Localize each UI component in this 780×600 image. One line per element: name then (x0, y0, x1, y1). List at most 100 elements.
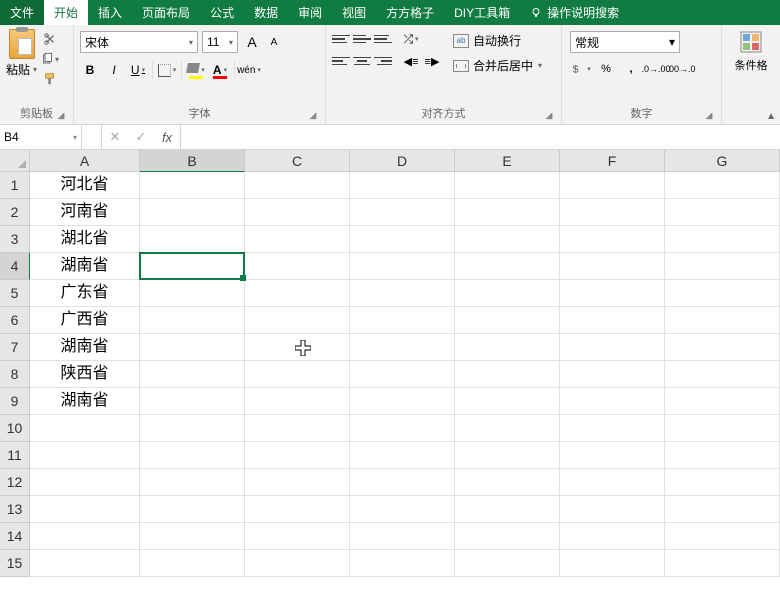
cell-B6[interactable] (140, 307, 245, 334)
cell-B4[interactable] (140, 253, 245, 280)
cell-B14[interactable] (140, 523, 245, 550)
cell-F4[interactable] (560, 253, 665, 280)
cell-E12[interactable] (455, 469, 560, 496)
cell-G12[interactable] (665, 469, 780, 496)
cell-B8[interactable] (140, 361, 245, 388)
cell-A3[interactable]: 湖北省 (30, 226, 140, 253)
number-format-combo[interactable]: 常规▾ (570, 31, 680, 53)
phonetic-button[interactable]: wén (239, 59, 259, 81)
cell-C4[interactable] (245, 253, 350, 280)
cell-F10[interactable] (560, 415, 665, 442)
align-right-button[interactable] (374, 53, 392, 69)
accounting-format-button[interactable]: $ (570, 59, 592, 79)
collapse-ribbon-button[interactable]: ▲ (766, 111, 776, 122)
row-header-2[interactable]: 2 (0, 199, 30, 226)
row-header-15[interactable]: 15 (0, 550, 30, 577)
cell-E10[interactable] (455, 415, 560, 442)
copy-button[interactable]: ▾ (41, 51, 59, 67)
cell-F1[interactable] (560, 172, 665, 199)
tab-review[interactable]: 审阅 (288, 0, 332, 25)
cell-B12[interactable] (140, 469, 245, 496)
cell-G4[interactable] (665, 253, 780, 280)
cell-A9[interactable]: 湖南省 (30, 388, 140, 415)
cell-D13[interactable] (350, 496, 455, 523)
cell-E9[interactable] (455, 388, 560, 415)
cell-C14[interactable] (245, 523, 350, 550)
cell-C11[interactable] (245, 442, 350, 469)
cell-A5[interactable]: 广东省 (30, 280, 140, 307)
cell-E14[interactable] (455, 523, 560, 550)
cell-C6[interactable] (245, 307, 350, 334)
cell-E2[interactable] (455, 199, 560, 226)
column-header-G[interactable]: G (665, 150, 780, 172)
cell-A6[interactable]: 广西省 (30, 307, 140, 334)
percent-button[interactable]: % (595, 59, 617, 79)
number-launcher[interactable]: ◢ (703, 110, 715, 122)
underline-button[interactable]: U (128, 59, 148, 81)
insert-function-button[interactable]: fx (154, 125, 180, 149)
cell-D10[interactable] (350, 415, 455, 442)
cell-B7[interactable] (140, 334, 245, 361)
border-button[interactable] (157, 59, 177, 81)
row-header-1[interactable]: 1 (0, 172, 30, 199)
cells-area[interactable]: 河北省河南省湖北省湖南省广东省广西省湖南省陕西省湖南省 (30, 172, 780, 577)
font-name-combo[interactable]: 宋体▾ (80, 31, 198, 53)
align-launcher[interactable]: ◢ (543, 110, 555, 122)
merge-center-button[interactable]: 合并后居中▾ (451, 56, 544, 75)
grow-font-button[interactable]: A (242, 31, 262, 53)
cell-B2[interactable] (140, 199, 245, 226)
cell-E11[interactable] (455, 442, 560, 469)
italic-button[interactable]: I (104, 59, 124, 81)
cell-B1[interactable] (140, 172, 245, 199)
increase-indent-button[interactable]: ≡▶ (423, 53, 441, 69)
cell-C3[interactable] (245, 226, 350, 253)
cell-F13[interactable] (560, 496, 665, 523)
cell-C12[interactable] (245, 469, 350, 496)
cell-G8[interactable] (665, 361, 780, 388)
cell-F15[interactable] (560, 550, 665, 577)
format-painter-button[interactable] (41, 71, 59, 87)
row-header-3[interactable]: 3 (0, 226, 30, 253)
cancel-formula-button[interactable]: ✕ (102, 125, 128, 149)
cell-B5[interactable] (140, 280, 245, 307)
cell-F2[interactable] (560, 199, 665, 226)
cut-button[interactable] (41, 31, 59, 47)
row-header-10[interactable]: 10 (0, 415, 30, 442)
cell-G14[interactable] (665, 523, 780, 550)
align-bottom-button[interactable] (374, 31, 392, 47)
font-color-button[interactable]: A (210, 59, 230, 81)
column-header-D[interactable]: D (350, 150, 455, 172)
clipboard-launcher[interactable]: ◢ (55, 110, 67, 122)
cell-G13[interactable] (665, 496, 780, 523)
column-header-F[interactable]: F (560, 150, 665, 172)
row-header-13[interactable]: 13 (0, 496, 30, 523)
enter-formula-button[interactable]: ✓ (128, 125, 154, 149)
cell-G15[interactable] (665, 550, 780, 577)
cell-B13[interactable] (140, 496, 245, 523)
cell-A4[interactable]: 湖南省 (30, 253, 140, 280)
cell-D7[interactable] (350, 334, 455, 361)
cell-G11[interactable] (665, 442, 780, 469)
orientation-button[interactable]: ⤮ (402, 31, 420, 47)
decrease-indent-button[interactable]: ◀≡ (402, 53, 420, 69)
tab-diy[interactable]: DIY工具箱 (444, 0, 520, 25)
cell-E8[interactable] (455, 361, 560, 388)
tab-layout[interactable]: 页面布局 (132, 0, 200, 25)
tab-insert[interactable]: 插入 (88, 0, 132, 25)
row-header-4[interactable]: 4 (0, 253, 30, 280)
cell-A14[interactable] (30, 523, 140, 550)
cell-F14[interactable] (560, 523, 665, 550)
tell-me[interactable]: 操作说明搜索 (520, 0, 629, 25)
align-top-button[interactable] (332, 31, 350, 47)
formula-input[interactable] (181, 125, 780, 149)
cell-A15[interactable] (30, 550, 140, 577)
wrap-text-button[interactable]: ab自动换行 (451, 31, 544, 50)
cell-B10[interactable] (140, 415, 245, 442)
cell-A7[interactable]: 湖南省 (30, 334, 140, 361)
cell-E13[interactable] (455, 496, 560, 523)
cell-D8[interactable] (350, 361, 455, 388)
cell-A12[interactable] (30, 469, 140, 496)
cell-A11[interactable] (30, 442, 140, 469)
cell-D15[interactable] (350, 550, 455, 577)
cell-D5[interactable] (350, 280, 455, 307)
